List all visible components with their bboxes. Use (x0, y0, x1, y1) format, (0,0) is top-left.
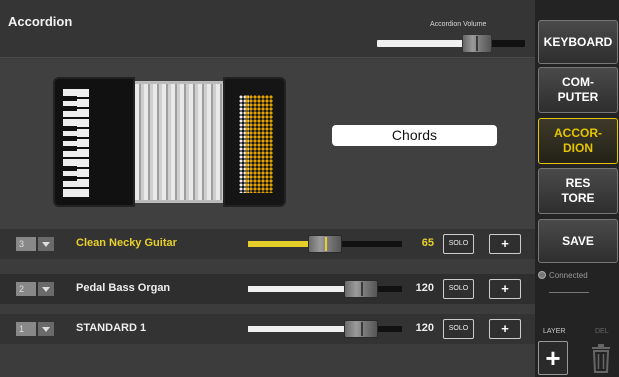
keyboard-button-label: KEYBOARD (543, 34, 613, 49)
sidebar: KEYBOARD COM- PUTER ACCOR- DION RES TORE… (535, 0, 619, 377)
keyboard-button[interactable]: KEYBOARD (538, 20, 618, 64)
connection-status-label: Connected (549, 271, 588, 280)
computer-button-label-1: COM- (562, 75, 594, 89)
track-dropdown-button[interactable] (38, 322, 54, 336)
header: Accordion Accordion Volume (0, 0, 535, 58)
add-track-button[interactable]: + (489, 279, 521, 299)
solo-button[interactable]: SOLO (443, 279, 474, 299)
add-track-button[interactable]: + (489, 319, 521, 339)
accordion-keys-icon (63, 89, 89, 199)
accordion-volume-label: Accordion Volume (430, 21, 487, 28)
save-button[interactable]: SAVE (538, 219, 618, 263)
track-volume-slider[interactable] (248, 280, 402, 298)
chords-selector[interactable]: Chords (332, 125, 497, 146)
accordion-black-key (63, 146, 77, 151)
track-name[interactable]: Pedal Bass Organ (76, 282, 170, 294)
track-name[interactable]: Clean Necky Guitar (76, 237, 177, 249)
track-volume-slider[interactable] (248, 320, 402, 338)
track-volume-knob[interactable] (344, 320, 378, 338)
connection-line (549, 285, 589, 293)
accordion-black-key (63, 126, 77, 131)
accordion-bass-buttons (245, 95, 273, 193)
track-number[interactable]: 3 (16, 237, 36, 251)
accordion-volume-slider[interactable] (377, 34, 525, 53)
trash-icon[interactable] (590, 343, 612, 373)
solo-button[interactable]: SOLO (443, 319, 474, 339)
restore-button-label-1: RES (565, 176, 591, 190)
add-layer-button[interactable]: + (538, 341, 568, 375)
accordion-black-key (63, 136, 77, 141)
save-button-label: SAVE (562, 233, 594, 248)
accordion-illustration (53, 77, 286, 207)
accordion-keyboard-side (53, 77, 135, 207)
computer-button-label-2: PUTER (557, 90, 599, 104)
accordion-white-key (63, 189, 89, 197)
accordion-button-label-2: DION (563, 141, 593, 155)
track-row: 2 Pedal Bass Organ 120 SOLO + (0, 274, 535, 304)
track-volume-value: 120 (415, 282, 434, 294)
track-volume-slider[interactable] (248, 235, 402, 253)
connection-status-icon (538, 271, 546, 279)
track-volume-value: 120 (415, 322, 434, 334)
track-number[interactable]: 2 (16, 282, 36, 296)
solo-button[interactable]: SOLO (443, 234, 474, 254)
accordion-black-key (63, 166, 77, 171)
accordion-button-label-1: ACCOR- (554, 126, 602, 140)
track-volume-fill (248, 286, 346, 292)
accordion-black-key (63, 106, 77, 111)
track-row: 1 STANDARD 1 120 SOLO + (0, 314, 535, 344)
track-name[interactable]: STANDARD 1 (76, 322, 146, 334)
accordion-volume-fill (377, 40, 464, 47)
accordion-bass-side (223, 77, 286, 207)
accordion-black-key (63, 176, 77, 181)
restore-button-label-2: TORE (561, 191, 595, 205)
track-volume-fill (248, 326, 346, 332)
track-volume-knob[interactable] (308, 235, 342, 253)
track-dropdown-button[interactable] (38, 237, 54, 251)
track-volume-value: 65 (421, 237, 434, 249)
add-track-button[interactable]: + (489, 234, 521, 254)
accordion-stage: Chords (0, 59, 535, 229)
track-volume-knob[interactable] (344, 280, 378, 298)
computer-button[interactable]: COM- PUTER (538, 67, 618, 113)
layer-label: LAYER (543, 328, 566, 335)
accordion-bellows (135, 81, 223, 203)
accordion-black-key (63, 96, 77, 101)
track-row: 3 Clean Necky Guitar 65 SOLO + (0, 229, 535, 259)
track-number[interactable]: 1 (16, 322, 36, 336)
track-dropdown-button[interactable] (38, 282, 54, 296)
accordion-button[interactable]: ACCOR- DION (538, 118, 618, 164)
connection-status: Connected (538, 271, 588, 280)
del-label: DEL (595, 328, 609, 335)
restore-button[interactable]: RES TORE (538, 168, 618, 214)
track-list: 3 Clean Necky Guitar 65 SOLO + 2 Pedal B… (0, 229, 535, 377)
accordion-volume-knob[interactable] (462, 34, 492, 53)
page-title: Accordion (8, 14, 73, 29)
main-panel: Accordion Accordion Volume Chords 3 Clea… (0, 0, 535, 377)
track-volume-fill (248, 241, 310, 247)
